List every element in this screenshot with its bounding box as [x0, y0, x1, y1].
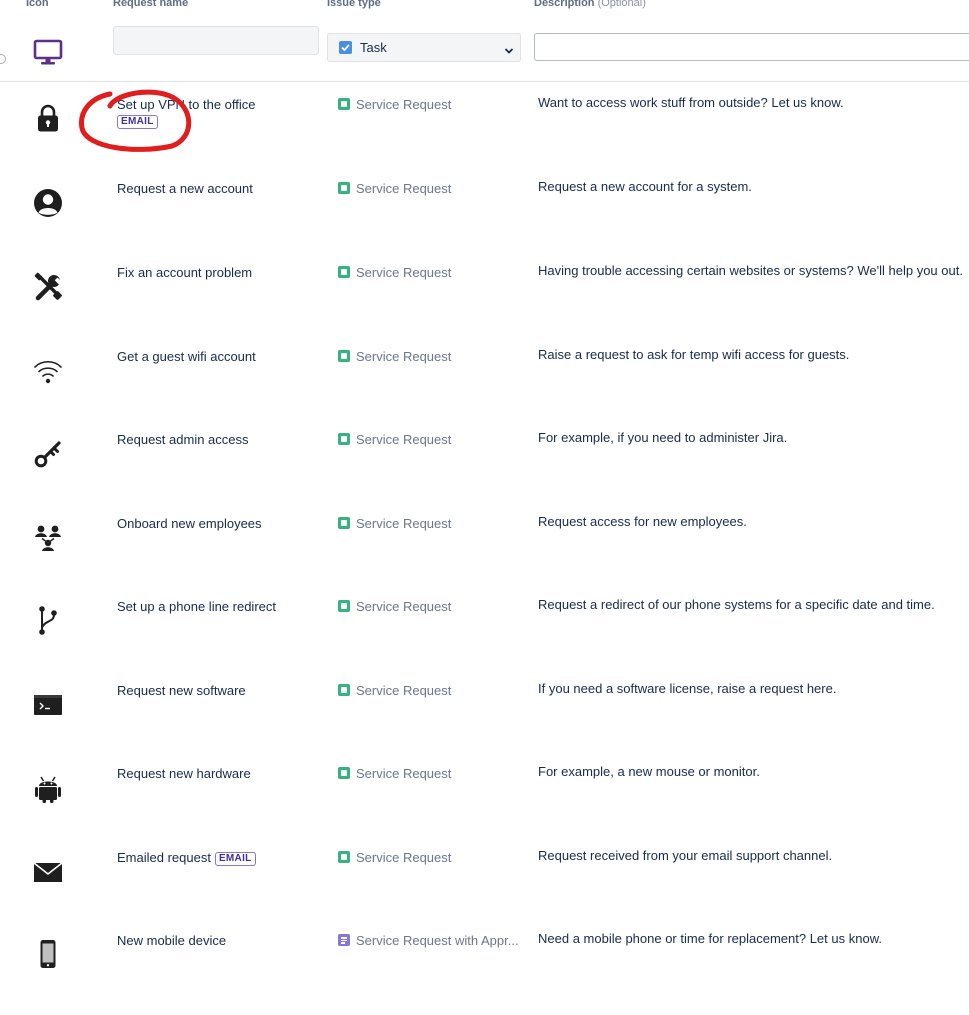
request-name[interactable]: Onboard new employees	[117, 516, 262, 531]
terminal-icon	[28, 685, 68, 725]
request-name[interactable]: Request new software	[117, 683, 246, 698]
service-request-icon	[338, 266, 350, 278]
service-request-icon	[338, 517, 350, 529]
request-type-row[interactable]: Fix an account problem Service Request H…	[0, 263, 969, 347]
request-name[interactable]: Set up VPN to the office	[117, 97, 256, 112]
request-name[interactable]: Emailed request EMAIL	[117, 850, 256, 866]
request-description: Request received from your email support…	[538, 848, 833, 863]
account-icon	[28, 183, 68, 223]
service-request-icon	[338, 684, 350, 696]
wifi-icon	[28, 351, 68, 391]
new-request-row: Task	[0, 0, 969, 82]
issue-type-label: Service Request	[356, 432, 452, 447]
people-icon	[28, 518, 68, 558]
request-name[interactable]: New mobile device	[117, 933, 226, 948]
request-description: For example, if you need to administer J…	[538, 430, 788, 445]
issue-type: Service Request with Appr...	[338, 933, 519, 948]
service-request-approval-icon	[338, 934, 350, 946]
request-description: Request a new account for a system.	[538, 179, 752, 194]
request-type-row[interactable]: Emailed request EMAIL Service Request Req…	[0, 848, 969, 932]
request-type-row[interactable]: Set up VPN to the office EMAIL Service R…	[0, 95, 969, 179]
request-name[interactable]: Get a guest wifi account	[117, 349, 256, 364]
service-request-icon	[338, 433, 350, 445]
issue-type: Service Request	[338, 349, 451, 364]
task-checkbox-icon	[339, 41, 352, 54]
issue-type-label: Service Request	[356, 97, 452, 112]
issue-type: Service Request	[338, 432, 451, 447]
service-request-icon	[338, 350, 350, 362]
envelope-icon	[28, 852, 68, 892]
issue-type: Service Request	[338, 265, 451, 280]
service-request-icon	[338, 98, 350, 110]
issue-type-select[interactable]: Task	[327, 33, 521, 62]
request-type-row[interactable]: Set up a phone line redirect Service Req…	[0, 597, 969, 681]
description-input[interactable]	[534, 33, 969, 61]
request-name[interactable]: Set up a phone line redirect	[117, 599, 276, 614]
branch-icon	[28, 601, 68, 641]
service-request-icon	[338, 182, 350, 194]
issue-type-label: Service Request	[356, 265, 452, 280]
key-icon	[28, 434, 68, 474]
issue-type-selected: Task	[360, 40, 387, 55]
request-name[interactable]: Request new hardware	[117, 766, 251, 781]
issue-type: Service Request	[338, 516, 451, 531]
request-description: Request a redirect of our phone systems …	[538, 597, 935, 612]
request-type-row[interactable]: Get a guest wifi account Service Request…	[0, 347, 969, 431]
request-description: Having trouble accessing certain website…	[538, 263, 963, 278]
mobile-icon	[28, 935, 68, 975]
issue-type: Service Request	[338, 683, 451, 698]
request-type-row[interactable]: Request new hardware Service Request For…	[0, 764, 969, 848]
request-description: If you need a software license, raise a …	[538, 681, 837, 696]
request-name[interactable]: Request admin access	[117, 432, 249, 447]
lock-icon	[28, 99, 68, 139]
email-badge: EMAIL	[117, 115, 158, 129]
issue-type-label: Service Request	[356, 599, 452, 614]
issue-type: Service Request	[338, 599, 451, 614]
request-type-row[interactable]: Onboard new employees Service Request Re…	[0, 514, 969, 598]
request-type-row[interactable]: New mobile device Service Request with A…	[0, 931, 969, 1015]
issue-type-label: Service Request	[356, 516, 452, 531]
issue-type: Service Request	[338, 97, 451, 112]
issue-type: Service Request	[338, 850, 451, 865]
issue-type-label: Service Request with Appr...	[356, 933, 519, 948]
request-name-label: Emailed request	[117, 850, 211, 865]
request-type-row[interactable]: Request new software Service Request If …	[0, 681, 969, 765]
issue-type-label: Service Request	[356, 181, 452, 196]
request-name[interactable]: Fix an account problem	[117, 265, 252, 280]
request-description: For example, a new mouse or monitor.	[538, 764, 760, 779]
service-request-icon	[338, 851, 350, 863]
android-icon	[28, 768, 68, 808]
email-badge: EMAIL	[214, 852, 256, 866]
service-request-icon	[338, 600, 350, 612]
issue-type-label: Service Request	[356, 850, 452, 865]
issue-type: Service Request	[338, 181, 451, 196]
issue-type-label: Service Request	[356, 683, 452, 698]
request-name[interactable]: Request a new account	[117, 181, 253, 196]
issue-type: Service Request	[338, 766, 451, 781]
chevron-down-icon	[504, 43, 514, 58]
service-request-icon	[338, 767, 350, 779]
issue-type-label: Service Request	[356, 766, 452, 781]
request-description: Request access for new employees.	[538, 514, 747, 529]
request-description: Raise a request to ask for temp wifi acc…	[538, 347, 850, 362]
request-type-row[interactable]: Request admin access Service Request For…	[0, 430, 969, 514]
monitor-icon[interactable]	[32, 38, 66, 68]
request-description: Want to access work stuff from outside? …	[538, 95, 844, 110]
request-description: Need a mobile phone or time for replacem…	[538, 931, 882, 946]
request-type-row[interactable]: Request a new account Service Request Re…	[0, 179, 969, 263]
request-name-input[interactable]	[113, 26, 319, 55]
issue-type-label: Service Request	[356, 349, 452, 364]
tools-icon	[28, 267, 68, 307]
